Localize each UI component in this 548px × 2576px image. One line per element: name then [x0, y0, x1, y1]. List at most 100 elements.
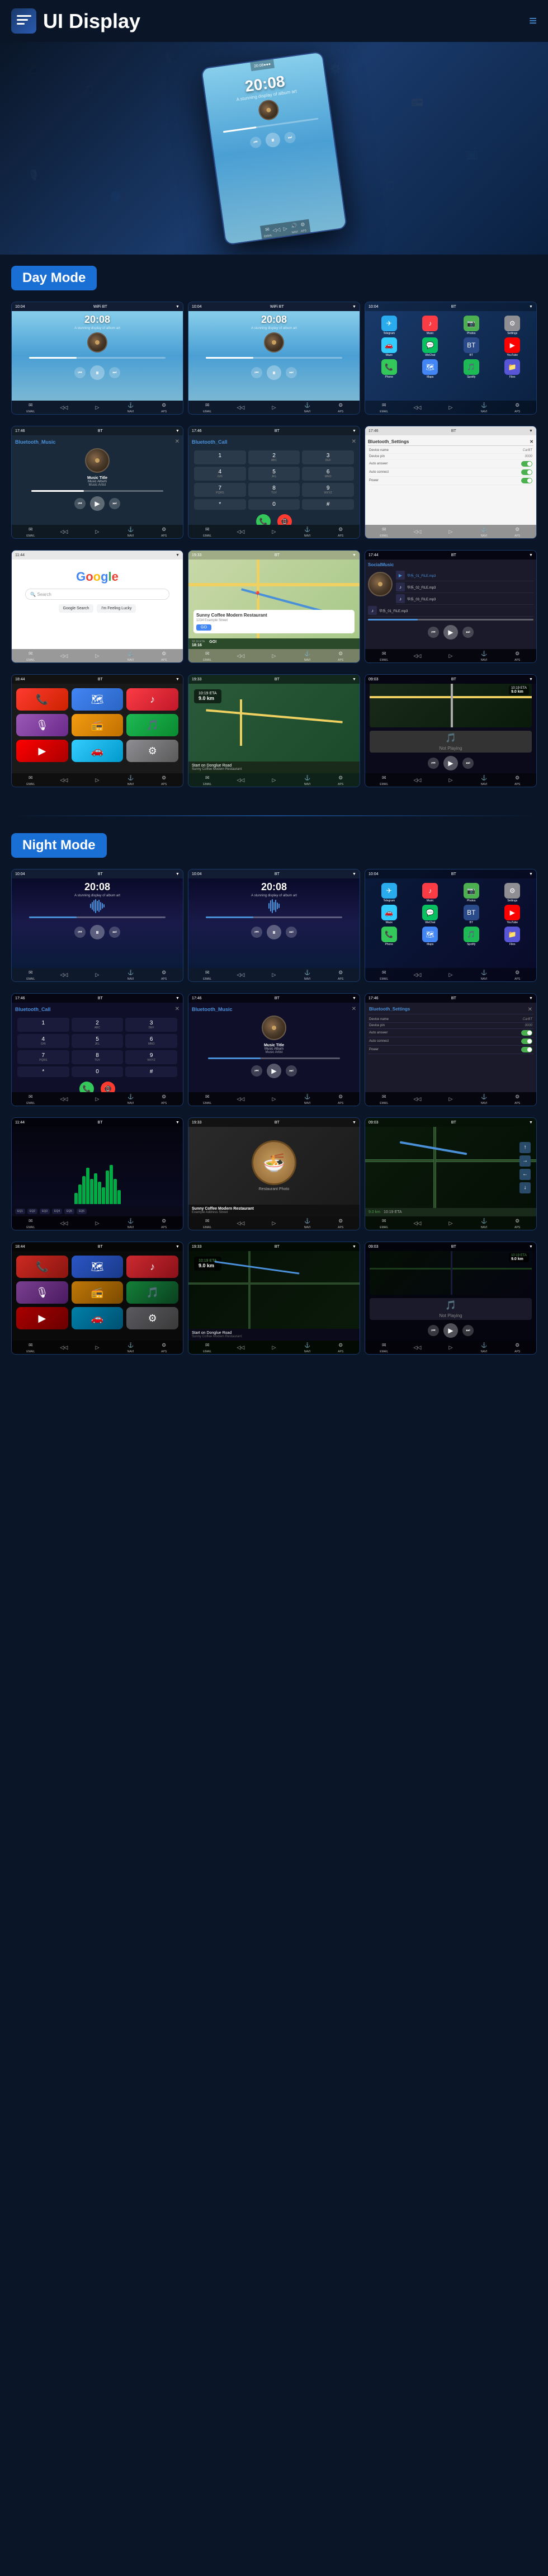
n-key-5[interactable]: 5JKL: [72, 1034, 124, 1048]
ncp-settings[interactable]: ⚙: [126, 1307, 178, 1329]
cp-maps[interactable]: 🗺: [72, 688, 124, 711]
n-key-star[interactable]: *: [17, 1066, 69, 1077]
d1-prev[interactable]: ⏮: [74, 367, 86, 378]
app-music[interactable]: ♪ Music: [411, 316, 450, 335]
n-app-waze[interactable]: 🚗 Waze: [370, 905, 409, 924]
key-5[interactable]: 5JKL: [248, 467, 300, 481]
n-call-accept[interactable]: 📞: [79, 1082, 94, 1092]
app-phone[interactable]: 📞 Phone: [370, 359, 409, 379]
n-app-settings[interactable]: ⚙ Settings: [493, 883, 532, 902]
track-1[interactable]: ▶ 华乐_01_FILE.mp3: [396, 570, 533, 581]
eq-btn-4[interactable]: EQ4: [52, 1209, 62, 1214]
np-next[interactable]: ⏭: [462, 758, 474, 769]
ncp-music[interactable]: ♪: [126, 1256, 178, 1278]
nav-up[interactable]: ↑: [519, 1142, 531, 1153]
nav-left[interactable]: ←: [519, 1169, 531, 1180]
ncp-maps[interactable]: 🗺: [72, 1256, 124, 1278]
nav-down[interactable]: ↓: [519, 1182, 531, 1193]
eq-btn-3[interactable]: EQ3: [40, 1209, 50, 1214]
n1-prev[interactable]: ⏮: [74, 927, 86, 938]
d2-next[interactable]: ⏭: [286, 367, 297, 378]
n-key-4[interactable]: 4GHI: [17, 1034, 69, 1048]
np-play[interactable]: ▶: [443, 756, 458, 770]
prev-btn[interactable]: ⏮: [249, 136, 262, 149]
app-spotify[interactable]: 🎵 Spotify: [452, 359, 491, 379]
ncp-yt[interactable]: ▶: [16, 1307, 68, 1329]
lm-play[interactable]: ▶: [443, 625, 458, 640]
n1-next[interactable]: ⏭: [109, 927, 120, 938]
ncp-podcasts[interactable]: 🎙: [16, 1281, 68, 1304]
n-toggle-power[interactable]: [521, 1047, 532, 1052]
cp-spotify[interactable]: 🎵: [126, 714, 178, 736]
cp-waze[interactable]: 🚗: [72, 740, 124, 762]
key-0[interactable]: 0: [248, 499, 300, 510]
n-key-6[interactable]: 6MNO: [125, 1034, 177, 1048]
toggle-power[interactable]: [521, 478, 532, 483]
n-bt-prev[interactable]: ⏮: [251, 1065, 262, 1077]
n1-play[interactable]: ⏸: [90, 925, 105, 939]
nnp-prev[interactable]: ⏮: [428, 1325, 439, 1336]
toggle-auto-connect[interactable]: [521, 469, 532, 475]
track-2[interactable]: ♪ 华乐_02_FILE.mp3: [396, 581, 533, 593]
call-accept[interactable]: 📞: [256, 514, 271, 525]
n-toggle-auto-answer[interactable]: [521, 1030, 532, 1036]
n-key-9[interactable]: 9WXYZ: [125, 1050, 177, 1064]
n2-play[interactable]: ⏸: [267, 925, 281, 939]
key-8[interactable]: 8TUV: [248, 483, 300, 497]
lm-next[interactable]: ⏭: [462, 627, 474, 638]
bt-next[interactable]: ⏭: [109, 498, 120, 509]
ncp-spotify[interactable]: 🎵: [126, 1281, 178, 1304]
cp-settings[interactable]: ⚙: [126, 740, 178, 762]
cp-podcasts[interactable]: 🎙: [16, 714, 68, 736]
ncp-radio[interactable]: 📻: [72, 1281, 124, 1304]
bt-play[interactable]: ▶: [90, 496, 105, 511]
n2-prev[interactable]: ⏮: [251, 927, 262, 938]
app-maps[interactable]: 🗺 Maps: [411, 359, 450, 379]
lm-prev[interactable]: ⏮: [428, 627, 439, 638]
n-app-telegram[interactable]: ✈ Telegram: [370, 883, 409, 902]
app-settings[interactable]: ⚙ Settings: [493, 316, 532, 335]
app-bt[interactable]: BT BT: [452, 337, 491, 357]
n-key-1[interactable]: 1: [17, 1018, 69, 1032]
eq-btn-6[interactable]: EQ6: [77, 1209, 87, 1214]
ncp-phone[interactable]: 📞: [16, 1256, 68, 1278]
cp-radio[interactable]: 📻: [72, 714, 124, 736]
eq-btn-1[interactable]: EQ1: [15, 1209, 25, 1214]
app-telegram[interactable]: ✈ Telegram: [370, 316, 409, 335]
app-youtube[interactable]: ▶ YouTube: [493, 337, 532, 357]
app-wechat[interactable]: 💬 WeChat: [411, 337, 450, 357]
n-key-7[interactable]: 7PQRS: [17, 1050, 69, 1064]
d2-prev[interactable]: ⏮: [251, 367, 262, 378]
cp-music[interactable]: ♪: [126, 688, 178, 711]
play-btn[interactable]: ⏸: [264, 131, 281, 148]
n-app-photos[interactable]: 📷 Photos: [452, 883, 491, 902]
google-search-bar[interactable]: 🔍 Search: [25, 589, 169, 600]
eq-btn-5[interactable]: EQ5: [64, 1209, 74, 1214]
key-3[interactable]: 3DEF: [302, 450, 354, 464]
app-photos[interactable]: 📷 Photos: [452, 316, 491, 335]
toggle-auto-answer[interactable]: [521, 461, 532, 467]
cp-yt[interactable]: ▶: [16, 740, 68, 762]
app-files[interactable]: 📁 Files: [493, 359, 532, 379]
n-key-3[interactable]: 3DEF: [125, 1018, 177, 1032]
call-end[interactable]: 📵: [277, 514, 292, 525]
eq-btn-2[interactable]: EQ2: [27, 1209, 37, 1214]
n-app-spotify[interactable]: 🎵 Spotify: [452, 927, 491, 946]
go-button[interactable]: GO: [196, 624, 211, 631]
cp-phone[interactable]: 📞: [16, 688, 68, 711]
n-toggle-auto-connect[interactable]: [521, 1038, 532, 1044]
n-app-bt[interactable]: BT BT: [452, 905, 491, 924]
track-4[interactable]: ♪ 华乐_01_FILE.mp3: [368, 605, 533, 617]
np-prev[interactable]: ⏮: [428, 758, 439, 769]
nav-right[interactable]: →: [519, 1155, 531, 1167]
key-7[interactable]: 7PQRS: [194, 483, 246, 497]
nnp-play[interactable]: ▶: [443, 1323, 458, 1338]
n-bt-play[interactable]: ▶: [267, 1064, 281, 1078]
n-key-2[interactable]: 2ABC: [72, 1018, 124, 1032]
key-9[interactable]: 9WXYZ: [302, 483, 354, 497]
key-2[interactable]: 2ABC: [248, 450, 300, 464]
d1-play[interactable]: ⏸: [90, 365, 105, 380]
n-app-youtube[interactable]: ▶ YouTube: [493, 905, 532, 924]
n-key-hash[interactable]: #: [125, 1066, 177, 1077]
bt-prev[interactable]: ⏮: [74, 498, 86, 509]
